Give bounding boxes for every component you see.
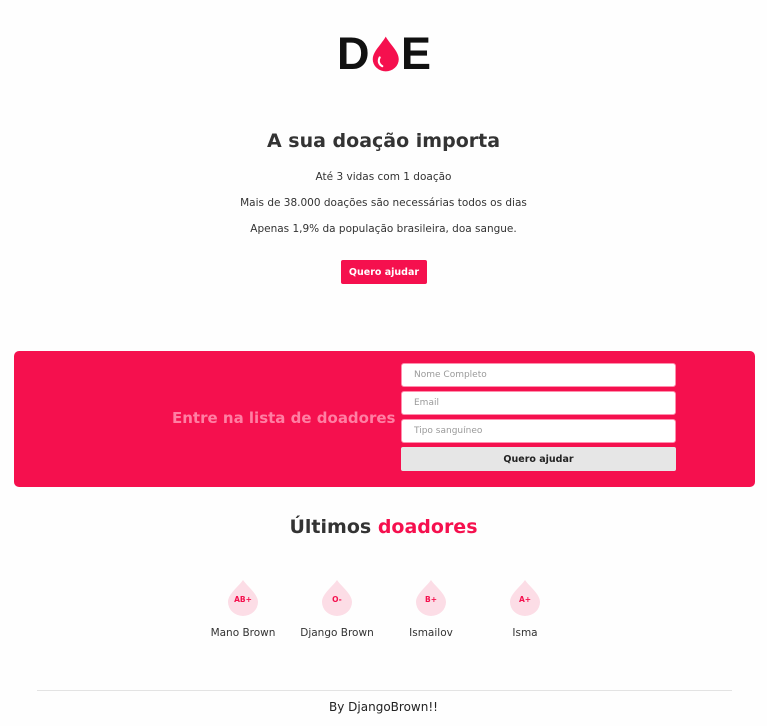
donor-name: Mano Brown — [210, 627, 276, 639]
donor-signup-section: Entre na lista de doadores Quero ajudar — [14, 351, 755, 487]
donor-card: B+ Ismailov — [386, 579, 476, 643]
logo-letter-d: D — [337, 28, 370, 79]
hero-text-line: Apenas 1,9% da população brasileira, doa… — [250, 223, 517, 235]
donor-card: A+ Isma — [480, 579, 570, 643]
donor-blood-type: O- — [332, 595, 342, 604]
hero-text-line: Mais de 38.000 doações são necessárias t… — [240, 197, 527, 209]
donors-title: Últimos doadores — [0, 516, 767, 538]
hero-title: A sua doação importa — [266, 130, 501, 152]
full-name-field[interactable] — [401, 363, 676, 387]
email-field[interactable] — [401, 391, 676, 415]
donors-title-main: Últimos — [289, 516, 372, 538]
donor-name: Ismailov — [409, 627, 453, 639]
hero-text-line: Até 3 vidas com 1 doação — [315, 171, 452, 183]
donor-blood-type: AB+ — [234, 595, 252, 604]
logo: D E — [337, 28, 431, 79]
blood-type-field[interactable] — [401, 419, 676, 443]
donors-title-accent: doadores — [377, 516, 478, 538]
donor-name: Django Brown — [300, 627, 374, 639]
donor-name: Isma — [512, 627, 538, 639]
logo-letter-e: E — [400, 28, 431, 79]
donor-card: AB+ Mano Brown — [198, 579, 288, 643]
signup-title: Entre na lista de doadores — [172, 409, 396, 427]
donor-blood-type: B+ — [424, 595, 437, 604]
footer-text: By DjangoBrown!! — [329, 700, 438, 714]
blood-drop-icon — [372, 36, 399, 72]
donor-blood-type: A+ — [518, 595, 532, 604]
page: D E A sua doação importa Até 3 vidas com… — [0, 0, 767, 726]
help-button[interactable]: Quero ajudar — [341, 260, 427, 284]
signup-submit-button[interactable]: Quero ajudar — [401, 447, 676, 471]
donor-card: O- Django Brown — [292, 579, 382, 643]
footer-divider — [37, 690, 732, 691]
